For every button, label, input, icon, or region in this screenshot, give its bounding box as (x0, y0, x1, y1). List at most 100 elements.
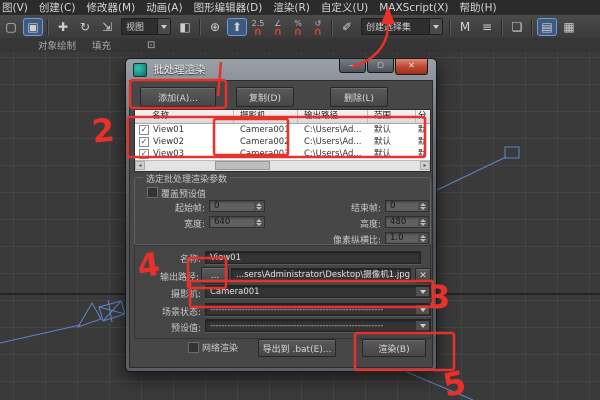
scrollbar-thumb[interactable] (215, 161, 270, 170)
row-checkbox[interactable]: ✓ (139, 149, 149, 159)
table-row[interactable]: ✓View03 Camera003 C:\Users\Ad... 默认 默认 (135, 148, 430, 160)
start-frame-field[interactable]: 0 (209, 200, 265, 212)
menu-rendering[interactable]: 渲染(R) (268, 0, 315, 15)
export-bat-button[interactable]: 导出到 .bat(E)... (258, 339, 336, 357)
menu-customize[interactable]: 自定义(U) (316, 0, 373, 15)
toolbar-separator (199, 19, 201, 35)
chevron-down-icon[interactable] (416, 321, 429, 330)
graphite-folder-icon[interactable]: ▤ (537, 18, 557, 36)
row-range: 默认 (368, 124, 416, 136)
start-frame-label: 起始帧: (145, 201, 205, 214)
spinner-arrows[interactable] (418, 218, 427, 226)
override-preset-checkbox[interactable] (147, 187, 158, 198)
height-label: 高度: (303, 217, 381, 230)
preset-label: 预设值: (161, 321, 201, 334)
spinner-arrows[interactable] (418, 202, 427, 210)
toolbar-separator (531, 19, 533, 35)
row-checkbox[interactable]: ✓ (139, 125, 149, 135)
close-button[interactable]: ✕ (395, 59, 428, 75)
name-field[interactable]: View01 (205, 251, 421, 264)
col-camera[interactable]: 摄影机 (234, 110, 298, 123)
row-camera: Camera002 (234, 136, 298, 148)
delete-button[interactable]: 删除(L) (330, 87, 388, 107)
move-icon[interactable]: ✚ (53, 18, 73, 36)
spinner-arrows[interactable] (254, 218, 263, 226)
row-path: C:\Users\Ad... (298, 148, 368, 160)
scene-state-combo[interactable]: ----------------------------------------… (205, 303, 431, 316)
chevron-down-icon[interactable] (416, 287, 429, 296)
select-rectangle-icon[interactable]: ▢ (1, 18, 21, 36)
row-resolution: 默认 (416, 124, 426, 136)
name-label: 名称: (165, 252, 201, 265)
menu-animation[interactable]: 动画(A) (141, 0, 187, 15)
col-name[interactable]: 名称 (135, 110, 234, 123)
menu-graph-editors[interactable]: 图形编辑器(D) (189, 0, 268, 15)
row-name: View01 (153, 124, 184, 136)
menu-create[interactable]: 创建(C) (34, 0, 81, 15)
mirror-uv-icon[interactable]: ◧ (175, 18, 195, 36)
max-logo-icon (133, 63, 147, 77)
row-name: View02 (153, 136, 184, 148)
view-combo-value: 视图 (122, 20, 157, 33)
add-button[interactable]: 添加(A)... (140, 87, 216, 107)
spinner-snap-icon[interactable]: ↺∩ (308, 19, 328, 35)
tab-object-paint[interactable]: 对象绘制 (30, 38, 84, 52)
chevron-down-icon[interactable] (416, 305, 429, 314)
row-checkbox[interactable]: ✓ (139, 137, 149, 147)
clear-path-button[interactable]: ✕ (415, 268, 431, 283)
manipulate-icon[interactable]: ⊕ (205, 18, 225, 36)
preset-combo[interactable]: ----------------------------------------… (205, 319, 431, 332)
named-selection-set-combo[interactable]: 创建选择集 (361, 18, 443, 35)
network-render-checkbox[interactable] (188, 342, 199, 353)
mirror-icon[interactable]: M (455, 18, 475, 36)
3dsmax-window: 图(V) 创建(C) 修改器(M) 动画(A) 图形编辑器(D) 渲染(R) 自… (0, 0, 600, 400)
row-range: 默认 (368, 136, 416, 148)
chevron-down-icon[interactable] (157, 19, 170, 34)
spinner-arrows[interactable] (254, 202, 263, 210)
pivot-icon[interactable]: ⬆ (227, 18, 247, 36)
table-row[interactable]: ✓View02 Camera002 C:\Users\Ad... 默认 默认 (135, 136, 430, 148)
chevron-down-icon[interactable] (429, 19, 442, 34)
height-field[interactable]: 480 (385, 216, 429, 228)
tab-populate[interactable]: 填充 (84, 38, 119, 52)
snap-25d-icon[interactable]: 2.5∩ (248, 19, 268, 35)
table-row[interactable]: ✓View01 Camera001 C:\Users\Ad... 默认 默认 (135, 124, 430, 136)
scroll-left-icon[interactable]: ◂ (135, 161, 145, 170)
menu-view[interactable]: 图(V) (0, 0, 33, 15)
layer-manager-icon[interactable]: ❏ (507, 18, 527, 36)
curve-editor-icon[interactable]: ▦ (559, 18, 579, 36)
maximize-button[interactable]: ▢ (367, 59, 394, 73)
menu-modifiers[interactable]: 修改器(M) (81, 0, 140, 15)
toolbar-separator (331, 19, 333, 35)
select-region-icon[interactable]: ▣ (23, 18, 43, 36)
rotate-icon[interactable]: ↻ (75, 18, 95, 36)
row-resolution: 默认 (416, 136, 426, 148)
pixel-aspect-field[interactable]: 1.0 (385, 232, 429, 244)
width-field[interactable]: 640 (209, 216, 265, 228)
width-label: 宽度: (145, 217, 205, 230)
duplicate-button[interactable]: 复制(D) (236, 87, 294, 107)
scroll-right-icon[interactable]: ▸ (420, 161, 430, 170)
col-range[interactable]: 范围 (368, 110, 416, 123)
end-frame-field[interactable]: 0 (385, 200, 429, 212)
browse-output-button[interactable]: ... (201, 267, 229, 284)
camera-label: 摄影机: (161, 287, 201, 300)
render-button[interactable]: 渲染(B) (362, 339, 426, 357)
spinner-arrows[interactable] (418, 234, 427, 242)
keyboard-override-icon[interactable]: ✐ (337, 18, 357, 36)
percent-snap-icon[interactable]: %∩ (288, 19, 308, 35)
align-icon[interactable]: ≡ (477, 18, 497, 36)
camera-combo[interactable]: Camera001 (205, 285, 431, 298)
minimize-button[interactable]: — (339, 59, 366, 73)
angle-snap-icon[interactable]: ∠∩ (268, 19, 288, 35)
ribbon-config-icon[interactable]: ⊡ (147, 40, 155, 51)
scale-icon[interactable]: ⇲ (97, 18, 117, 36)
output-path-field[interactable]: ...sers\Administrator\Desktop\摄像机1.jpg (231, 268, 411, 281)
col-output-path[interactable]: 输出路径 (298, 110, 368, 123)
menu-maxscript[interactable]: MAXScript(X) (374, 2, 453, 14)
horizontal-scrollbar[interactable]: ◂ ▸ (135, 160, 430, 171)
menu-help[interactable]: 帮助(H) (455, 0, 502, 15)
selection-set-value: 创建选择集 (362, 20, 429, 33)
view-reference-combo[interactable]: 视图 (121, 18, 171, 35)
col-resolution[interactable]: 分辨率 (416, 110, 426, 123)
